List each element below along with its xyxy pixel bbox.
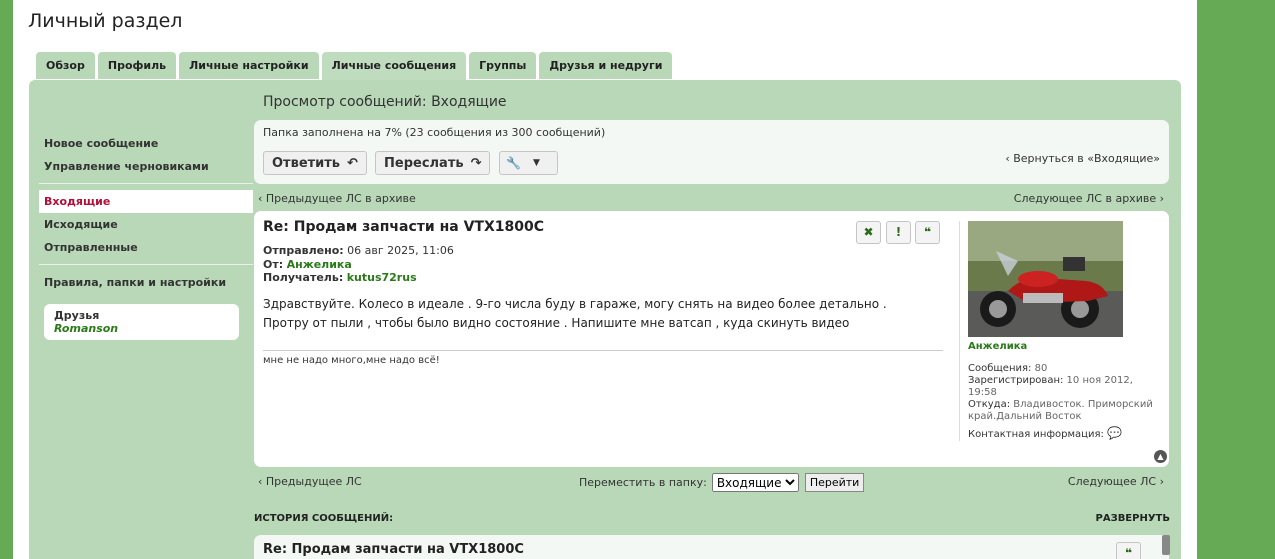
tab-profile[interactable]: Профиль	[97, 52, 177, 79]
contact-label: Контактная информация:	[968, 429, 1104, 440]
main-panel: Новое сообщение Управление черновиками В…	[29, 80, 1181, 559]
sidebar-divider	[39, 183, 253, 184]
chevron-left-icon: ‹	[258, 475, 266, 488]
reply-label: Ответить	[272, 155, 341, 171]
author-name-link[interactable]: Анжелика	[968, 341, 1027, 352]
sidebar-item-rules[interactable]: Правила, папки и настройки	[39, 271, 253, 294]
history-title: ИСТОРИЯ СООБЩЕНИЙ:	[254, 513, 394, 524]
next-archive-link[interactable]: Следующее ЛС в архиве ›	[1014, 192, 1164, 205]
folder-select[interactable]: Входящие	[711, 473, 799, 492]
tab-personal-settings[interactable]: Личные настройки	[179, 52, 319, 79]
tab-private-messages[interactable]: Личные сообщения	[321, 52, 467, 80]
message-from: От: Анжелика	[263, 258, 352, 271]
view-title: Просмотр сообщений: Входящие	[263, 94, 507, 110]
author-posts: Сообщения: 80	[968, 363, 1163, 375]
prev-archive-link[interactable]: ‹ Предыдущее ЛС в архиве	[258, 192, 416, 205]
history-item-title[interactable]: Re: Продам запчасти на VTX1800C	[263, 542, 524, 557]
delete-icon[interactable]: ✖	[856, 221, 881, 244]
tools-dropdown-button[interactable]: 🔧 ▼	[499, 151, 558, 175]
forward-button[interactable]: Переслать ↷	[375, 151, 491, 175]
forward-arrow-icon: ↷	[470, 155, 482, 171]
action-bar: Папка заполнена на 7% (23 сообщения из 3…	[254, 120, 1169, 184]
sent-value: 06 авг 2025, 11:06	[347, 244, 454, 257]
recipient-label: Получатель:	[263, 271, 344, 284]
next-pm-link[interactable]: Следующее ЛС ›	[1068, 475, 1164, 488]
message-title[interactable]: Re: Продам запчасти на VTX1800C	[263, 219, 544, 235]
history-item: Re: Продам запчасти на VTX1800C ❝	[254, 535, 1169, 559]
tab-overview[interactable]: Обзор	[36, 52, 95, 79]
registered-label: Зарегистрирован:	[968, 375, 1064, 386]
friends-box: Друзья Romanson	[44, 304, 239, 340]
chevron-down-icon: ▼	[532, 158, 540, 168]
friends-title: Друзья	[54, 309, 100, 322]
chevron-left-icon: ‹	[258, 192, 266, 205]
sidebar: Новое сообщение Управление черновиками В…	[39, 132, 253, 340]
left-gutter	[0, 0, 13, 559]
scrollbar[interactable]	[1162, 535, 1170, 555]
signature-divider	[263, 350, 943, 351]
sent-label: Отправлено:	[263, 244, 344, 257]
tab-friends-foes[interactable]: Друзья и недруги	[539, 52, 673, 79]
message-body: Здравствуйте. Колесо в идеале . 9-го чис…	[263, 297, 887, 330]
folder-info: Папка заполнена на 7% (23 сообщения из 3…	[263, 126, 606, 139]
tab-bar: Обзор Профиль Личные настройки Личные со…	[36, 52, 675, 80]
page: Личный раздел Обзор Профиль Личные настр…	[13, 0, 1197, 559]
message-recipient: Получатель: kutus72rus	[263, 271, 417, 284]
avatar	[968, 221, 1123, 337]
right-gutter	[1197, 0, 1275, 559]
recipient-user-link[interactable]: kutus72rus	[347, 271, 417, 284]
motorcycle-avatar-image	[968, 221, 1123, 337]
posts-label: Сообщения:	[968, 363, 1032, 374]
sidebar-item-sent[interactable]: Отправленные	[39, 236, 253, 259]
signature: мне не надо много,мне надо всё!	[263, 355, 440, 366]
quote-icon[interactable]: ❝	[1116, 542, 1141, 559]
next-archive-label: Следующее ЛС в архиве	[1013, 192, 1157, 205]
chevron-right-icon: ›	[1156, 192, 1164, 205]
sidebar-item-drafts[interactable]: Управление черновиками	[39, 155, 253, 178]
speech-bubble-icon[interactable]: 💬	[1107, 426, 1122, 440]
forward-label: Переслать	[384, 155, 464, 171]
go-button[interactable]: Перейти	[804, 473, 865, 492]
from-user-link[interactable]: Анжелика	[287, 258, 352, 271]
tab-groups[interactable]: Группы	[469, 52, 537, 79]
prev-archive-label: Предыдущее ЛС в архиве	[265, 192, 416, 205]
sidebar-item-inbox[interactable]: Входящие	[39, 190, 253, 213]
author-profile: Анжелика Сообщения: 80 Зарегистрирован: …	[959, 221, 1164, 441]
author-registered: Зарегистрирован: 10 ноя 2012, 19:58	[968, 375, 1163, 399]
author-location: Откуда: Владивосток. Приморский край.Дал…	[968, 399, 1163, 423]
chevron-right-icon: ›	[1156, 475, 1164, 488]
sidebar-item-outbox[interactable]: Исходящие	[39, 213, 253, 236]
back-link-label: Вернуться в «Входящие»	[1013, 152, 1160, 165]
quote-icon[interactable]: ❝	[915, 221, 940, 244]
reply-arrow-icon: ↶	[347, 155, 358, 171]
author-contact: Контактная информация: 💬	[968, 427, 1163, 441]
prev-pm-label: Предыдущее ЛС	[265, 475, 362, 488]
next-pm-label: Следующее ЛС	[1067, 475, 1157, 488]
page-title: Личный раздел	[28, 10, 183, 32]
sidebar-divider	[39, 264, 253, 265]
move-label: Переместить в папку:	[579, 476, 707, 489]
from-label: От:	[263, 258, 284, 271]
sidebar-item-new-message[interactable]: Новое сообщение	[39, 132, 253, 155]
friend-link[interactable]: Romanson	[54, 322, 229, 335]
back-to-inbox-link[interactable]: ‹ Вернуться в «Входящие»	[1005, 152, 1160, 165]
location-label: Откуда:	[968, 399, 1011, 410]
report-icon[interactable]: !	[886, 221, 911, 244]
reply-button[interactable]: Ответить ↶	[263, 151, 367, 175]
wrench-icon: 🔧	[506, 156, 521, 170]
move-to-folder: Переместить в папку: Входящие Перейти	[579, 473, 865, 492]
chevron-up-icon[interactable]: ▲	[1154, 450, 1167, 463]
message-box: Re: Продам запчасти на VTX1800C Отправле…	[254, 211, 1169, 467]
message-sent-date: Отправлено: 06 авг 2025, 11:06	[263, 244, 454, 257]
expand-link[interactable]: РАЗВЕРНУТЬ	[1096, 513, 1170, 524]
prev-pm-link[interactable]: ‹ Предыдущее ЛС	[258, 475, 362, 488]
posts-value[interactable]: 80	[1035, 363, 1048, 374]
